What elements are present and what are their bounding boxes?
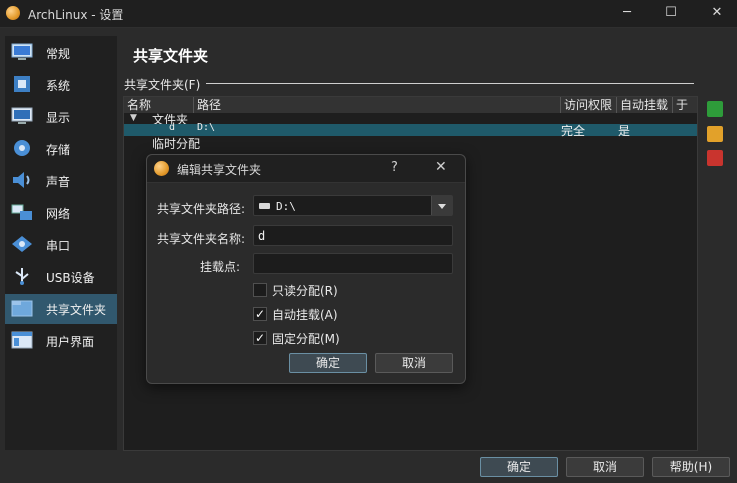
automount-checkbox[interactable]: ✓ xyxy=(253,307,267,321)
storage-disk-icon xyxy=(14,140,30,156)
page-title: 共享文件夹 xyxy=(133,47,209,65)
sidebar-item-usb[interactable]: USB设备 xyxy=(5,262,117,292)
sidebar-item-label: 串口 xyxy=(46,239,71,253)
sidebar-item-label: 网络 xyxy=(46,207,71,221)
readonly-label[interactable]: 只读分配(R) xyxy=(272,282,338,299)
help-footer-button[interactable]: 帮助(H) xyxy=(652,457,730,477)
serial-port-icon xyxy=(12,236,32,252)
display-screen-icon xyxy=(11,107,33,124)
user-interface-icon xyxy=(11,331,33,349)
dialog-title: 编辑共享文件夹 xyxy=(177,163,262,177)
sidebar-item-label: 共享文件夹 xyxy=(46,303,107,317)
edit-shared-folder-icon[interactable] xyxy=(707,126,723,142)
sidebar-item-label: 声音 xyxy=(46,175,71,189)
folder-name-field[interactable]: d xyxy=(253,225,453,246)
dialog-cancel-button[interactable]: 取消 xyxy=(375,353,453,373)
folder-path-combo[interactable]: D:\ xyxy=(253,195,453,216)
mount-point-label: 挂载点: xyxy=(200,260,241,274)
add-shared-folder-icon[interactable] xyxy=(707,101,723,117)
tree-node-transient[interactable]: 临时分配 xyxy=(152,135,200,152)
collapse-arrow-icon[interactable]: ▼ xyxy=(130,113,137,123)
settings-sidebar: 常规 系统 显示 存储 声音 网络 串口 USB设备 共享文件夹 用户界面 xyxy=(5,36,117,450)
virtualbox-dialog-icon xyxy=(154,161,169,176)
column-header-access[interactable]: 访问权限 xyxy=(561,97,617,113)
virtualbox-app-icon xyxy=(6,6,20,20)
folder-path-value: D:\ xyxy=(276,200,296,213)
maximize-button[interactable]: ☐ xyxy=(651,3,691,23)
drive-icon xyxy=(259,203,270,209)
sidebar-item-storage[interactable]: 存储 xyxy=(5,134,117,164)
shared-folders-group-label: 共享文件夹(F) xyxy=(124,78,201,92)
group-divider xyxy=(206,83,694,84)
minimize-button[interactable]: ─ xyxy=(607,3,647,23)
sidebar-item-shared-folders[interactable]: 共享文件夹 xyxy=(5,294,117,324)
edit-shared-folder-dialog: 编辑共享文件夹 ? ✕ 共享文件夹路径: D:\ 共享文件夹名称: d 挂载点:… xyxy=(146,154,466,384)
close-icon: ✕ xyxy=(711,5,723,20)
title-bar: ArchLinux - 设置 ─ ☐ ✕ xyxy=(0,0,737,28)
help-button[interactable]: ? xyxy=(391,160,398,175)
sidebar-item-audio[interactable]: 声音 xyxy=(5,166,117,196)
sidebar-item-general[interactable]: 常规 xyxy=(5,38,117,68)
table-row-d[interactable]: d D:\ 完全 是 xyxy=(124,122,697,138)
cell-name: d xyxy=(169,122,176,133)
cancel-button[interactable]: 取消 xyxy=(566,457,644,477)
close-icon: ✕ xyxy=(435,159,447,175)
column-header-at[interactable]: 于 xyxy=(673,97,697,113)
minimize-icon: ─ xyxy=(623,5,631,20)
sidebar-item-label: 显示 xyxy=(46,111,71,125)
remove-shared-folder-icon[interactable] xyxy=(707,150,723,166)
cell-automount: 是 xyxy=(618,124,631,138)
sidebar-item-label: USB设备 xyxy=(46,271,95,285)
sidebar-item-label: 用户界面 xyxy=(46,335,95,349)
system-chip-icon xyxy=(14,76,30,92)
mount-point-field[interactable] xyxy=(253,253,453,274)
sidebar-item-display[interactable]: 显示 xyxy=(5,102,117,132)
permanent-checkbox[interactable]: ✓ xyxy=(253,331,267,345)
usb-icon xyxy=(15,268,29,285)
path-label: 共享文件夹路径: xyxy=(157,202,246,216)
ok-button[interactable]: 确定 xyxy=(480,457,558,477)
audio-speaker-icon xyxy=(13,172,30,188)
column-header-path[interactable]: 路径 xyxy=(194,97,561,113)
shared-folder-icon xyxy=(11,300,33,317)
sidebar-item-network[interactable]: 网络 xyxy=(5,198,117,228)
maximize-icon: ☐ xyxy=(665,5,677,20)
sidebar-item-serial[interactable]: 串口 xyxy=(5,230,117,260)
network-icon xyxy=(11,204,32,220)
sidebar-item-label: 系统 xyxy=(46,79,71,93)
chevron-down-icon[interactable] xyxy=(431,196,452,215)
sidebar-item-system[interactable]: 系统 xyxy=(5,70,117,100)
close-window-button[interactable]: ✕ xyxy=(697,3,737,23)
cell-access: 完全 xyxy=(561,124,586,138)
dialog-ok-button[interactable]: 确定 xyxy=(289,353,367,373)
dialog-close-button[interactable]: ✕ xyxy=(435,159,447,175)
dialog-title-bar: 编辑共享文件夹 ? ✕ xyxy=(147,155,465,183)
name-label: 共享文件夹名称: xyxy=(157,232,246,246)
cell-path: D:\ xyxy=(197,122,216,133)
sidebar-item-label: 存储 xyxy=(46,143,71,157)
automount-label[interactable]: 自动挂载(A) xyxy=(272,306,338,323)
readonly-checkbox[interactable] xyxy=(253,283,267,297)
sidebar-item-user-interface[interactable]: 用户界面 xyxy=(5,326,117,356)
permanent-label[interactable]: 固定分配(M) xyxy=(272,330,340,347)
general-monitor-icon xyxy=(11,43,33,60)
sidebar-item-label: 常规 xyxy=(46,47,71,61)
window-title: ArchLinux - 设置 xyxy=(28,8,124,22)
column-header-automount[interactable]: 自动挂载 xyxy=(617,97,673,113)
